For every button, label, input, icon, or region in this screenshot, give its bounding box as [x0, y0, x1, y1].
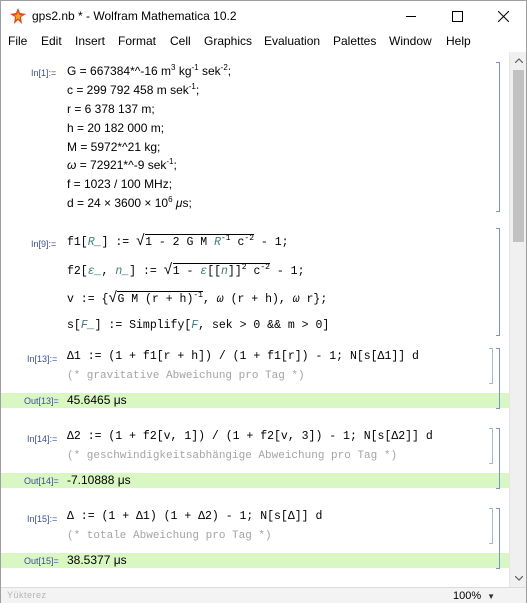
minimize-icon	[406, 16, 416, 17]
output-label: Out[14]=	[24, 476, 59, 486]
input-label: In[14]:=	[27, 434, 58, 444]
definition-r[interactable]: r = 6 378 137 m;	[67, 102, 155, 116]
input-delta[interactable]: Δ := (1 + Δ1) (1 + Δ2) - 1; N[s[Δ]] d	[67, 510, 322, 523]
definition-h[interactable]: h = 20 182 000 m;	[67, 121, 164, 135]
input-label: In[13]:=	[27, 354, 58, 364]
output-label: Out[15]=	[24, 556, 59, 566]
menu-file[interactable]: File	[8, 34, 27, 48]
mathematica-spikey-icon	[10, 8, 26, 24]
zoom-level: 100%	[453, 590, 482, 602]
scroll-down-button[interactable]	[510, 570, 527, 587]
chevron-up-icon	[514, 58, 523, 63]
comment-velocity: (* geschwindigkeitsabhängige Abweichung …	[67, 450, 398, 462]
menu-graphics[interactable]: Graphics	[204, 34, 252, 48]
maximize-button[interactable]	[434, 1, 480, 31]
definition-omega[interactable]: ω = 72921*^-9 sek-1;	[67, 158, 177, 173]
cell-group-bracket[interactable]	[496, 428, 500, 489]
cell-bracket[interactable]	[489, 508, 493, 544]
scroll-up-button[interactable]	[510, 52, 527, 69]
close-icon	[497, 10, 509, 22]
cell-bracket[interactable]	[496, 62, 500, 212]
definition-v[interactable]: v := {√G M (r + h)-1, ω (r + h), ω r};	[67, 290, 327, 307]
definition-G[interactable]: G = 667384*^-16 m3 kg-1 sek-2;	[67, 64, 231, 79]
comment-gravitational: (* gravitative Abweichung pro Tag *)	[67, 370, 305, 382]
definition-s[interactable]: s[F_] := Simplify[F, sek > 0 && m > 0]	[67, 319, 329, 332]
input-delta1[interactable]: Δ1 := (1 + f1[r + h]) / (1 + f1[r]) - 1;…	[67, 350, 419, 363]
cell-group-bracket[interactable]	[496, 348, 500, 409]
menu-window[interactable]: Window	[389, 34, 432, 48]
definition-f1[interactable]: f1[R_] := √1 - 2 G M R-1 c-2 - 1;	[67, 233, 289, 250]
menu-format[interactable]: Format	[118, 34, 156, 48]
output-row[interactable]: Out[14]= -7.10888 μs	[1, 473, 509, 488]
definition-c[interactable]: c = 299 792 458 m sek-1;	[67, 83, 199, 98]
menu-help[interactable]: Help	[446, 34, 471, 48]
output-value: 45.6465 μs	[67, 393, 127, 407]
output-label: Out[13]=	[24, 396, 59, 406]
input-label: In[15]:=	[27, 514, 58, 524]
menu-palettes[interactable]: Palettes	[333, 34, 376, 48]
definition-f2[interactable]: f2[ε_, n_] := √1 - ε[[n]]2 c-2 - 1;	[67, 262, 304, 279]
cell-group-bracket[interactable]	[496, 508, 500, 569]
input-delta2[interactable]: Δ2 := (1 + f2[v, 1]) / (1 + f2[v, 3]) - …	[67, 430, 433, 443]
output-value: 38.5377 μs	[67, 553, 127, 567]
mathematica-window: gps2.nb * - Wolfram Mathematica 10.2 Fil…	[0, 0, 527, 603]
notebook-content[interactable]: In[1]:= G = 667384*^-16 m3 kg-1 sek-2; c…	[1, 52, 509, 587]
definition-f[interactable]: f = 1023 / 100 MHz;	[67, 177, 172, 191]
status-watermark: Yükterez	[7, 590, 47, 600]
input-label: In[9]:=	[31, 239, 57, 249]
maximize-icon	[451, 10, 463, 22]
definition-d[interactable]: d = 24 × 3600 × 106 μs;	[67, 196, 192, 211]
title-bar[interactable]: gps2.nb * - Wolfram Mathematica 10.2	[1, 1, 526, 32]
scroll-thumb[interactable]	[513, 70, 524, 242]
menu-bar: File Edit Insert Format Cell Graphics Ev…	[1, 32, 526, 52]
menu-evaluation[interactable]: Evaluation	[264, 34, 320, 48]
output-row[interactable]: Out[15]= 38.5377 μs	[1, 553, 509, 568]
close-button[interactable]	[480, 1, 526, 31]
output-row[interactable]: Out[13]= 45.6465 μs	[1, 393, 509, 408]
vertical-scrollbar[interactable]	[509, 52, 526, 587]
menu-edit[interactable]: Edit	[41, 34, 62, 48]
status-bar: Yükterez 100% ▼	[1, 587, 526, 603]
output-value: -7.10888 μs	[67, 473, 131, 487]
cell-bracket[interactable]	[489, 348, 493, 384]
definition-M[interactable]: M = 5972*^21 kg;	[67, 140, 160, 154]
menu-insert[interactable]: Insert	[75, 34, 105, 48]
dropdown-arrow-icon: ▼	[487, 591, 496, 601]
window-title: gps2.nb * - Wolfram Mathematica 10.2	[32, 9, 237, 23]
input-label: In[1]:=	[31, 68, 57, 78]
zoom-menu[interactable]: 100% ▼	[453, 589, 509, 603]
menu-cell[interactable]: Cell	[170, 34, 191, 48]
cell-bracket[interactable]	[496, 228, 500, 336]
chevron-down-icon	[514, 576, 523, 581]
cell-bracket[interactable]	[489, 428, 493, 464]
minimize-button[interactable]	[388, 1, 434, 31]
comment-total: (* totale Abweichung pro Tag *)	[67, 530, 272, 542]
